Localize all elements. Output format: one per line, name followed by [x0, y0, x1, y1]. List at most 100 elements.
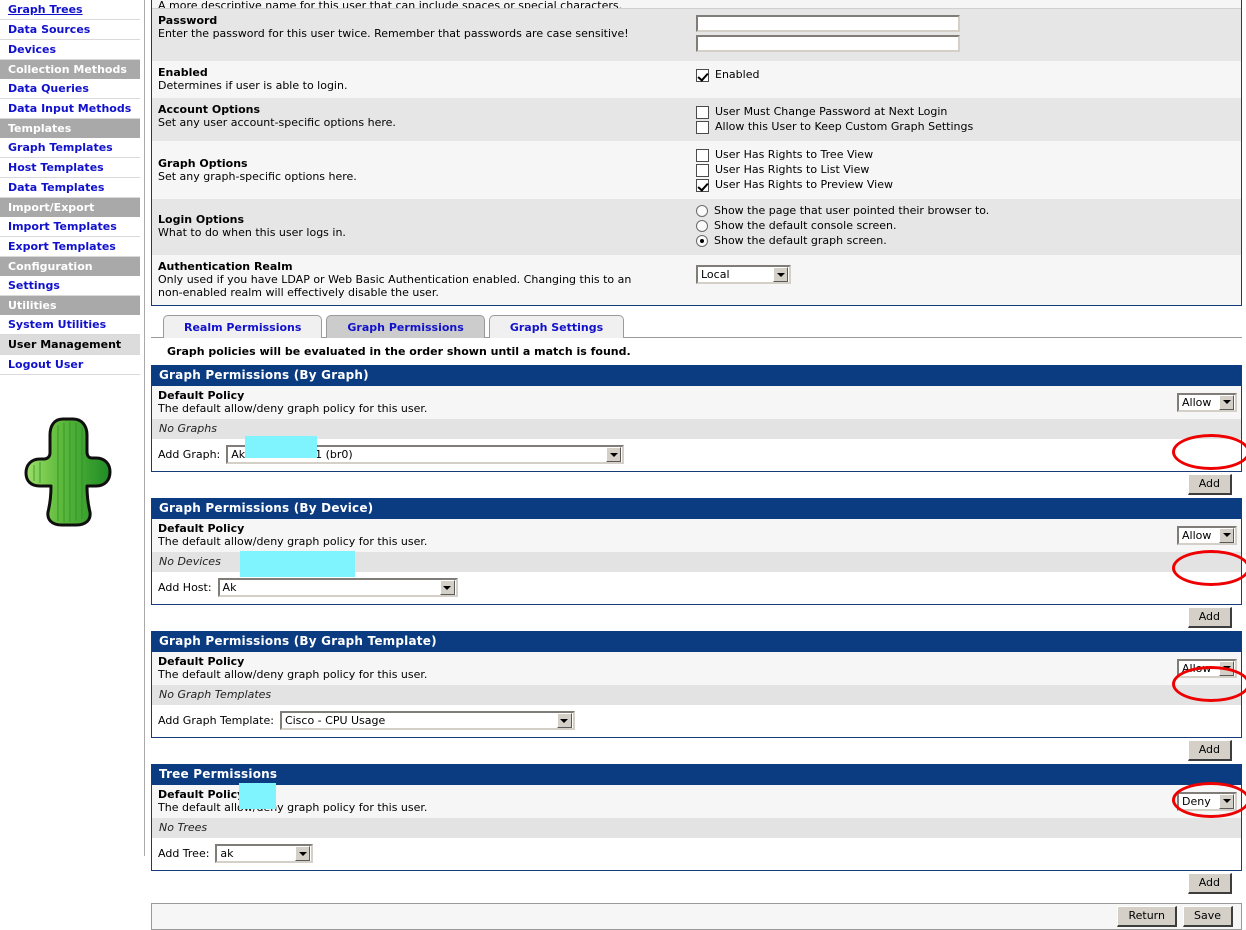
add-graph-label: Add Graph:	[158, 448, 221, 461]
add-tree-row: Add Tree: ak	[152, 838, 1241, 870]
tab-graph-permissions[interactable]: Graph Permissions	[326, 315, 485, 338]
login-option-graph-radio[interactable]	[696, 235, 708, 247]
tab-realm-permissions[interactable]: Realm Permissions	[163, 315, 323, 338]
add-graph-template-button-row: Add	[151, 738, 1242, 764]
graph-options-desc: Set any graph-specific options here.	[158, 170, 357, 183]
default-policy-title: Default Policy	[158, 788, 245, 801]
sidebar-item-data-input-methods[interactable]: Data Input Methods	[0, 99, 140, 119]
form-row-graph-options: Graph Options Set any graph-specific opt…	[152, 141, 1241, 199]
login-option-console-radio[interactable]	[696, 220, 708, 232]
graph-option-row[interactable]: User Has Rights to Preview View	[696, 178, 1235, 192]
form-row-login-options-controls: Show the page that user pointed their br…	[692, 199, 1241, 255]
add-host-button-row: Add	[151, 605, 1242, 631]
form-row-account-options-controls: User Must Change Password at Next Login …	[692, 98, 1241, 141]
chevron-down-icon[interactable]	[439, 580, 455, 595]
account-option-row[interactable]: Allow this User to Keep Custom Graph Set…	[696, 120, 1235, 134]
enabled-checkbox[interactable]	[696, 68, 709, 82]
default-policy-desc: The default allow/deny graph policy for …	[158, 801, 428, 814]
default-policy-value: Deny	[1182, 794, 1211, 808]
section-header: Graph Permissions (By Graph Template)	[152, 631, 1241, 652]
form-row-graph-options-labels: Graph Options Set any graph-specific opt…	[152, 141, 692, 199]
must-change-password-checkbox[interactable]	[696, 105, 709, 119]
password-field[interactable]	[696, 15, 960, 32]
sidebar-item-graph-trees[interactable]: Graph Trees	[0, 0, 140, 20]
auth-realm-title: Authentication Realm	[158, 260, 293, 273]
account-option-row[interactable]: User Must Change Password at Next Login	[696, 105, 1235, 119]
sidebar-item-data-templates[interactable]: Data Templates	[0, 178, 140, 198]
sidebar-item-system-utilities[interactable]: System Utilities	[0, 315, 140, 335]
add-host-select[interactable]: Ak	[217, 578, 458, 597]
login-option-row[interactable]: Show the page that user pointed their br…	[696, 204, 1235, 218]
main-content: A more descriptive name for this user th…	[145, 0, 1246, 930]
default-policy-select[interactable]: Deny	[1177, 791, 1237, 811]
default-policy-select[interactable]: Allow	[1177, 658, 1237, 678]
form-row-auth-realm-controls: Local	[692, 255, 1241, 305]
chevron-down-icon[interactable]	[606, 447, 622, 462]
rights-preview-view-checkbox[interactable]	[696, 178, 709, 192]
sidebar-item-import-templates[interactable]: Import Templates	[0, 217, 140, 237]
form-row-login-options-labels: Login Options What to do when this user …	[152, 199, 692, 255]
graph-option-row[interactable]: User Has Rights to Tree View	[696, 148, 1235, 162]
form-row-login-options: Login Options What to do when this user …	[152, 199, 1241, 255]
add-graph-template-select[interactable]: Cisco - CPU Usage	[279, 711, 575, 730]
login-option-row[interactable]: Show the default graph screen.	[696, 234, 1235, 248]
password-title: Password	[158, 14, 218, 27]
sidebar-item-user-management[interactable]: User Management	[0, 335, 140, 355]
section-default-policy-labels: Default Policy The default allow/deny gr…	[158, 522, 1177, 548]
section-default-policy-row: Default Policy The default allow/deny gr…	[152, 785, 1241, 818]
save-button[interactable]: Save	[1182, 906, 1233, 927]
auth-realm-desc-line1: Only used if you have LDAP or Web Basic …	[158, 273, 632, 286]
sidebar-item-devices[interactable]: Devices	[0, 40, 140, 60]
add-tree-button[interactable]: Add	[1187, 873, 1232, 894]
chevron-down-icon[interactable]	[556, 713, 572, 728]
account-options-desc: Set any user account-specific options he…	[158, 116, 396, 129]
section-header: Graph Permissions (By Graph)	[152, 365, 1241, 386]
login-option-row[interactable]: Show the default console screen.	[696, 219, 1235, 233]
default-policy-select[interactable]: Allow	[1177, 525, 1237, 545]
sidebar-item-host-templates[interactable]: Host Templates	[0, 158, 140, 178]
rights-tree-view-checkbox[interactable]	[696, 148, 709, 162]
chevron-down-icon[interactable]	[1219, 660, 1234, 676]
add-graph-template-button[interactable]: Add	[1187, 740, 1232, 761]
chevron-down-icon[interactable]	[773, 267, 788, 282]
add-tree-label: Add Tree:	[158, 847, 210, 860]
add-graph-button[interactable]: Add	[1187, 474, 1232, 495]
sidebar-item-settings[interactable]: Settings	[0, 276, 140, 296]
sidebar-header-collection-methods: Collection Methods	[0, 60, 140, 79]
sidebar-item-data-queries[interactable]: Data Queries	[0, 79, 140, 99]
user-edit-form: A more descriptive name for this user th…	[151, 0, 1242, 306]
tab-graph-settings[interactable]: Graph Settings	[488, 315, 625, 338]
auth-realm-select[interactable]: Local	[696, 265, 791, 284]
login-options-desc: What to do when this user logs in.	[158, 226, 346, 239]
graph-option-row[interactable]: User Has Rights to List View	[696, 163, 1235, 177]
must-change-password-label: User Must Change Password at Next Login	[715, 105, 948, 118]
sidebar-header-templates: Templates	[0, 119, 140, 138]
default-policy-value: Allow	[1182, 528, 1212, 542]
chevron-down-icon[interactable]	[1219, 793, 1234, 809]
chevron-down-icon[interactable]	[295, 846, 311, 861]
chevron-down-icon[interactable]	[1219, 527, 1234, 543]
sidebar-item-logout-user[interactable]: Logout User	[0, 355, 140, 375]
keep-custom-graph-settings-checkbox[interactable]	[696, 120, 709, 134]
chevron-down-icon[interactable]	[1219, 394, 1234, 410]
login-option-graph-label: Show the default graph screen.	[714, 234, 887, 247]
add-tree-select[interactable]: ak	[215, 844, 314, 863]
add-graph-button-holder: Add	[1187, 474, 1232, 495]
default-policy-select[interactable]: Allow	[1177, 392, 1237, 412]
password-confirm-field[interactable]	[696, 35, 960, 52]
default-policy-title: Default Policy	[158, 655, 245, 668]
rights-list-view-label: User Has Rights to List View	[715, 163, 870, 176]
login-option-browser-page-radio[interactable]	[696, 205, 708, 217]
sidebar-item-graph-templates[interactable]: Graph Templates	[0, 138, 140, 158]
redaction-block-tree	[239, 783, 276, 809]
login-option-console-label: Show the default console screen.	[714, 219, 897, 232]
rights-list-view-checkbox[interactable]	[696, 163, 709, 177]
return-button[interactable]: Return	[1117, 906, 1177, 927]
rights-tree-view-label: User Has Rights to Tree View	[715, 148, 874, 161]
enabled-checkbox-row[interactable]: Enabled	[696, 68, 1235, 82]
form-row-account-options: Account Options Set any user account-spe…	[152, 98, 1241, 141]
sidebar-item-export-templates[interactable]: Export Templates	[0, 237, 140, 257]
sidebar-item-data-sources[interactable]: Data Sources	[0, 20, 140, 40]
login-options-title: Login Options	[158, 213, 245, 226]
add-host-button[interactable]: Add	[1187, 607, 1232, 628]
